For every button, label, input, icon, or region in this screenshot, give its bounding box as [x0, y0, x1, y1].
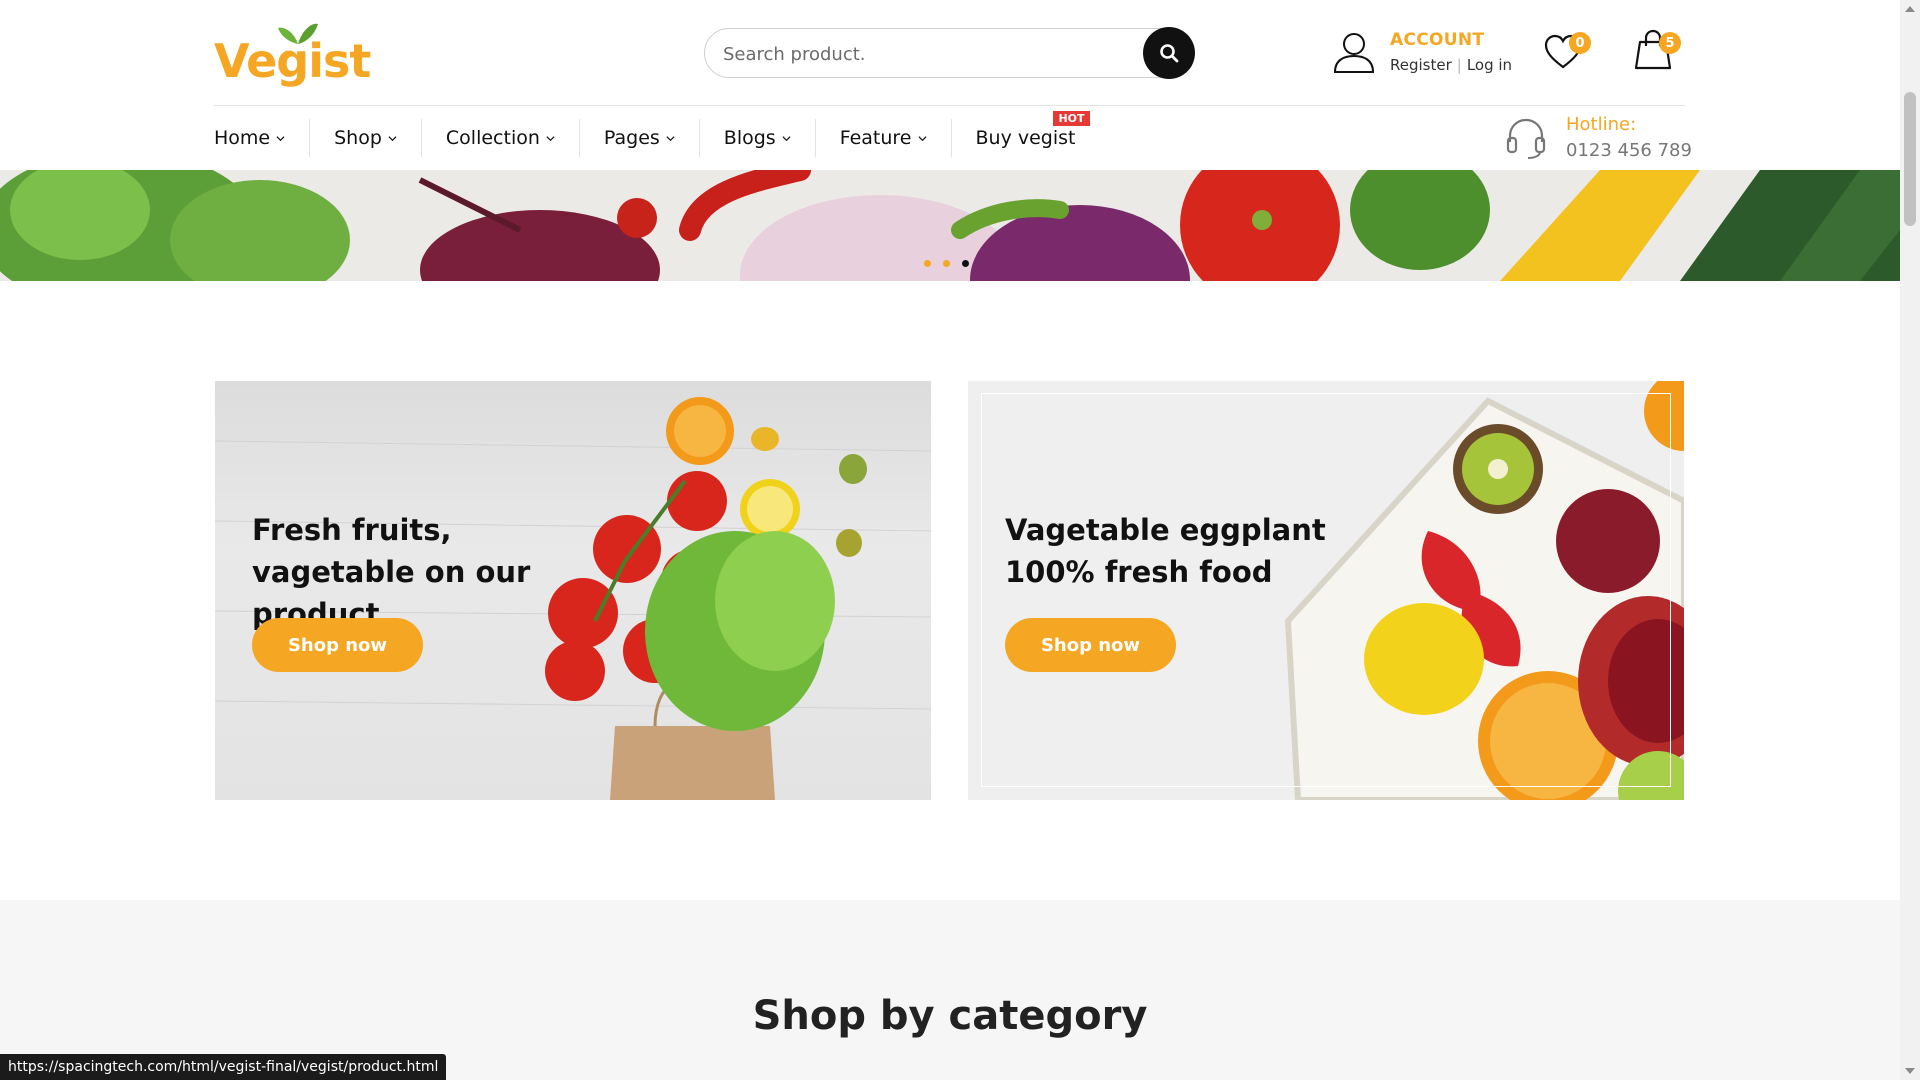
logo-text: Vegist: [214, 34, 371, 88]
search-input[interactable]: [723, 41, 1123, 67]
search-button[interactable]: [1143, 27, 1195, 79]
wishlist-count-badge: 0: [1569, 32, 1591, 54]
chevron-down-icon: [918, 135, 927, 141]
promo-banner-fruits: Fresh fruits, vagetable on our product S…: [215, 381, 931, 800]
header-divider: [214, 105, 1685, 106]
shop-now-button[interactable]: Shop now: [252, 618, 423, 672]
cart-button[interactable]: 5: [1632, 26, 1682, 72]
search-icon: [1160, 44, 1179, 63]
nav-label: Feature: [839, 127, 912, 149]
slider-dot[interactable]: [943, 260, 950, 267]
shop-now-button[interactable]: Shop now: [1005, 618, 1176, 672]
account-title[interactable]: ACCOUNT: [1390, 30, 1484, 50]
nav-label: Home: [214, 127, 271, 149]
main-nav: Home Shop Collection Pages Blogs Feature…: [214, 111, 1100, 158]
browser-status-url: https://spacingtech.com/html/vegist-fina…: [0, 1054, 447, 1080]
scroll-thumb[interactable]: [1904, 92, 1916, 226]
chevron-down-icon: [276, 135, 285, 141]
nav-item-home[interactable]: Home: [214, 119, 311, 157]
nav-item-buy-vegist[interactable]: Buy vegist HOT: [952, 111, 1100, 157]
banner-title: Fresh fruits, vagetable on our product: [252, 513, 531, 631]
page-viewport: Vegist ACCOUNT Register| Log in 0 5: [0, 0, 1900, 1080]
nav-item-blogs[interactable]: Blogs: [700, 119, 816, 157]
nav-label: Buy vegist: [975, 127, 1076, 149]
hotline-label: Hotline:: [1566, 114, 1637, 135]
hotline-number[interactable]: 0123 456 789: [1566, 140, 1692, 161]
chevron-down-icon: [388, 135, 397, 141]
cart-count-badge: 5: [1659, 32, 1681, 54]
nav-item-pages[interactable]: Pages: [580, 119, 700, 157]
slider-dot[interactable]: [924, 260, 931, 267]
nav-item-shop[interactable]: Shop: [310, 119, 422, 157]
account-links: Register | Log in: [1390, 56, 1512, 74]
chevron-down-icon: [666, 135, 675, 141]
slider-dot-active[interactable]: [962, 260, 969, 267]
logo[interactable]: Vegist: [214, 16, 371, 88]
category-section: Shop by category: [0, 900, 1900, 1080]
nav-label: Pages: [603, 127, 660, 149]
headset-icon: [1506, 118, 1546, 159]
nav-label: Collection: [445, 127, 540, 149]
page-scrollbar[interactable]: [1900, 0, 1920, 1080]
section-title: Shop by category: [752, 993, 1148, 1039]
login-link[interactable]: Log in: [1467, 56, 1512, 74]
scroll-down-arrow[interactable]: [1905, 1068, 1915, 1074]
nav-item-collection[interactable]: Collection: [422, 119, 580, 157]
chevron-down-icon: [782, 135, 791, 141]
wishlist-button[interactable]: 0: [1543, 28, 1593, 70]
search-bar: [704, 27, 1195, 79]
register-link[interactable]: Register: [1390, 56, 1452, 74]
hot-badge: HOT: [1053, 111, 1090, 126]
user-icon[interactable]: [1332, 30, 1376, 74]
nav-label: Shop: [334, 127, 382, 149]
divider: |: [1456, 56, 1462, 74]
nav-item-feature[interactable]: Feature: [816, 119, 952, 157]
nav-label: Blogs: [723, 127, 776, 149]
scroll-up-arrow[interactable]: [1905, 6, 1915, 12]
promo-banner-eggplant: Vagetable eggplant 100% fresh food Shop …: [968, 381, 1684, 800]
chevron-down-icon: [546, 135, 555, 141]
banner-title: Vagetable eggplant 100% fresh food: [1005, 513, 1326, 589]
slider-dots: [924, 260, 969, 267]
